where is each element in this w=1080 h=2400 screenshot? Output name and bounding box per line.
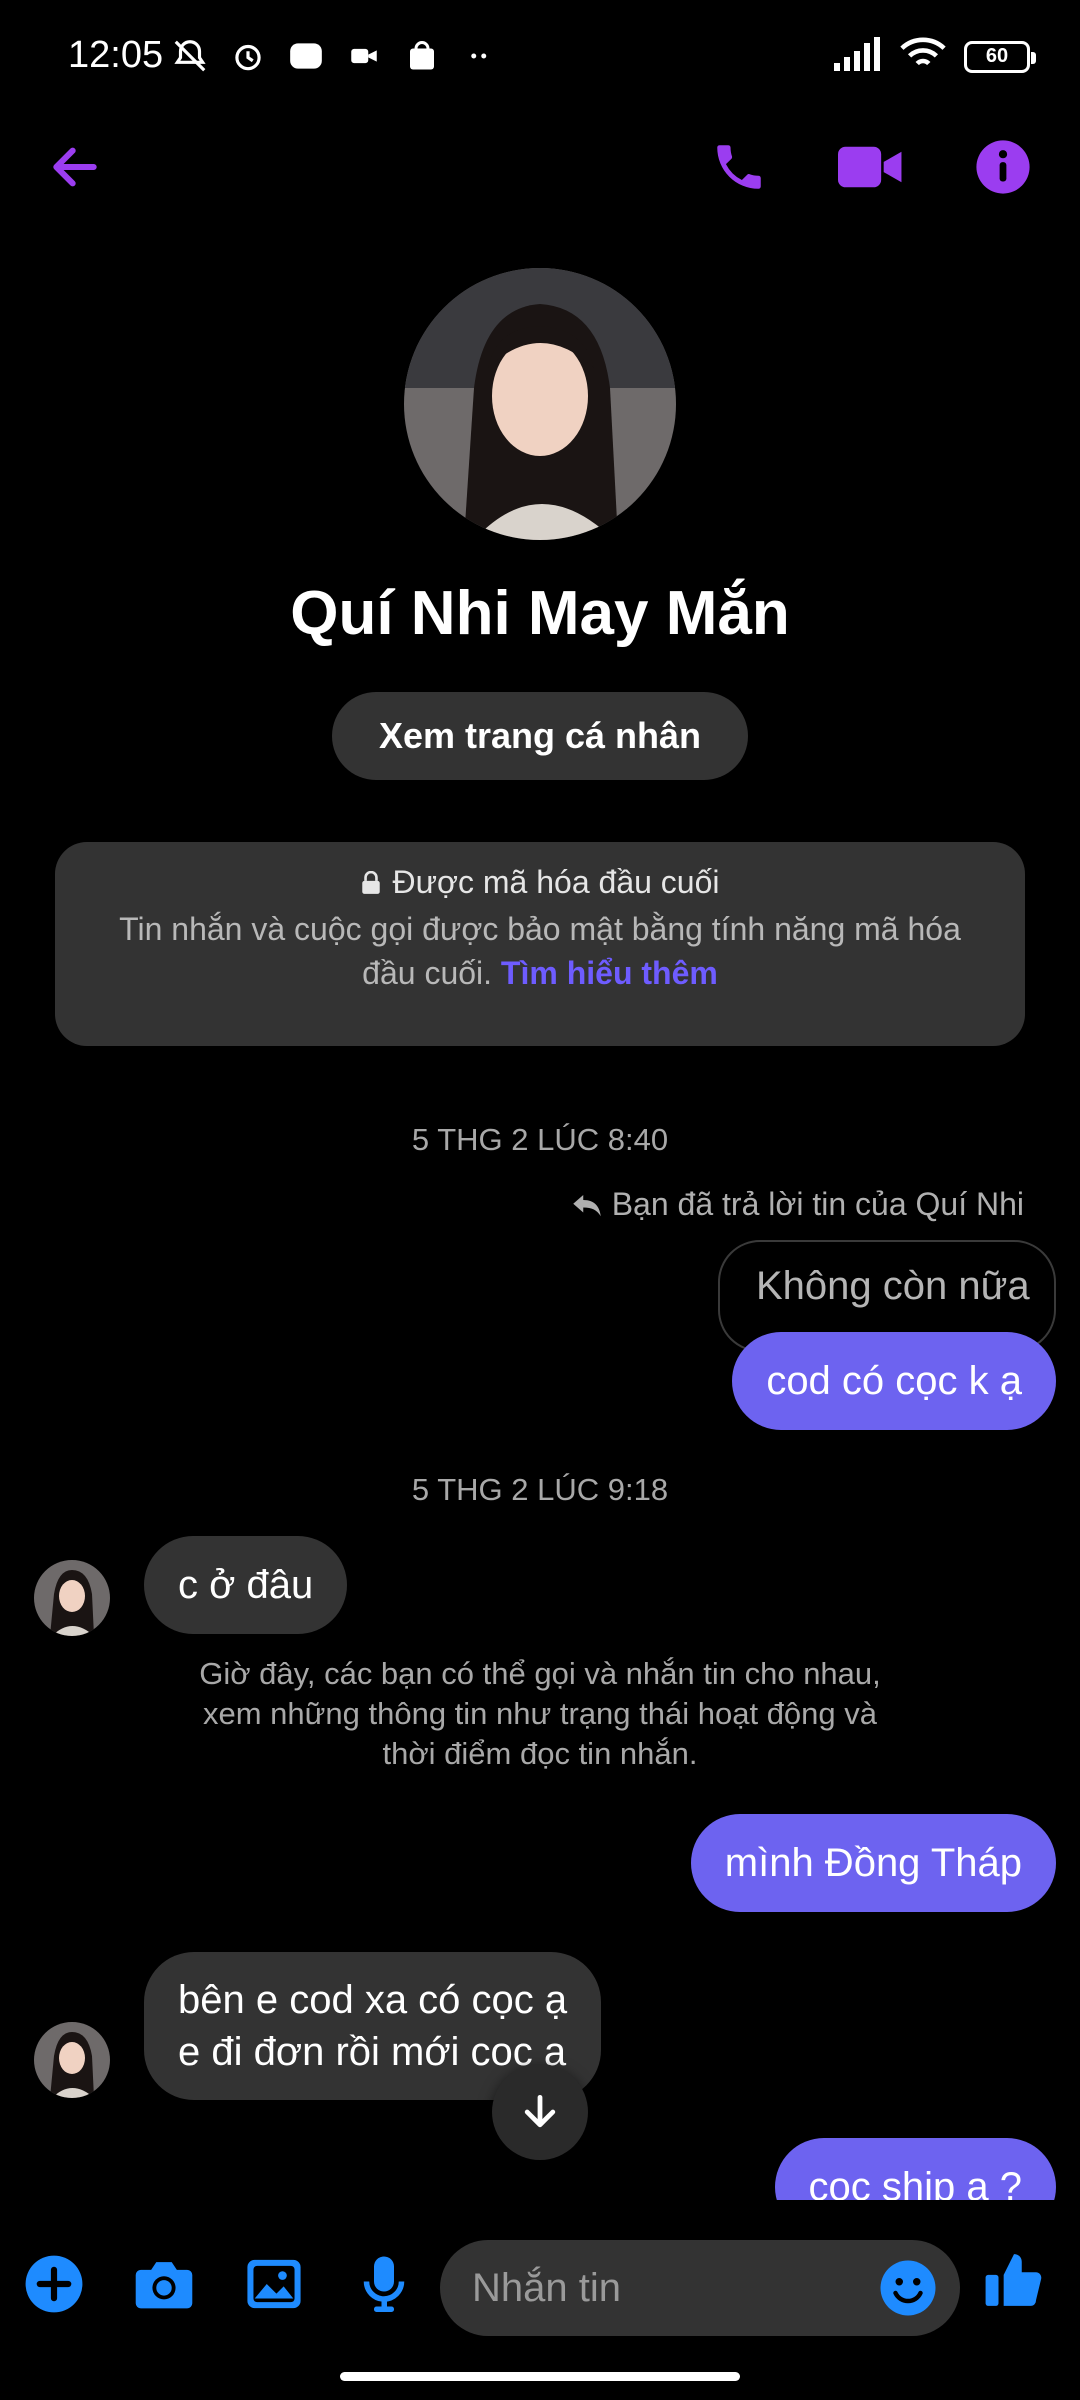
timestamp: 5 THG 2 LÚC 9:18 [411,1472,669,1507]
video-icon [838,146,902,188]
message-input-placeholder: Nhắn tin [472,2265,621,2310]
signal-icon [834,37,882,76]
back-button[interactable] [30,122,120,212]
voice-message-button[interactable] [348,2248,420,2320]
mic-icon [363,2256,405,2312]
voice-call-button[interactable] [694,122,784,212]
contact-avatar[interactable] [404,268,676,540]
back-arrow-icon [53,147,97,187]
reply-note-text: Bạn đã trả lời tin của Quí Nhi [611,1186,1024,1222]
contact-avatar-small[interactable] [34,1560,110,1636]
video-recorder-icon [344,36,384,76]
message-incoming[interactable]: c ở đâu [144,1536,348,1634]
status-notification-icons [170,36,500,76]
gallery-button[interactable] [238,2248,310,2320]
view-profile-button[interactable]: Xem trang cá nhân [332,692,748,780]
message-outgoing[interactable]: cod có cọc k ạ [732,1332,1056,1430]
encryption-notice: Được mã hóa đầu cuối Tin nhắn và cuộc gọ… [55,842,1025,1046]
home-indicator[interactable] [340,2372,740,2381]
emoji-button[interactable] [872,2252,944,2324]
mute-bell-icon [170,36,210,76]
shopping-bag-icon [402,36,442,76]
more-actions-button[interactable] [18,2248,90,2320]
alarm-icon [228,36,268,76]
battery-indicator: 60 [964,40,1036,73]
zalo-icon [286,36,326,76]
like-button[interactable] [978,2244,1050,2316]
message-outgoing[interactable]: mình Đồng Tháp [690,1814,1056,1912]
thumbs-up-icon [985,2254,1042,2306]
reply-note: Bạn đã trả lời tin của Quí Nhi [572,1186,1024,1223]
camera-icon [135,2262,193,2309]
conversation-info-button[interactable] [958,122,1048,212]
more-dots-icon [460,36,500,76]
learn-more-link[interactable]: Tìm hiểu thêm [501,955,718,991]
encryption-title: Được mã hóa đầu cuối [392,864,720,900]
lock-icon [362,870,381,894]
contact-name: Quí Nhi May Mắn [290,579,790,648]
reply-icon [572,1194,601,1216]
video-call-button[interactable] [826,122,916,212]
emoji-icon [880,2260,936,2316]
camera-button[interactable] [128,2248,200,2320]
message-clip: cọc ship ạ ? [0,2136,1080,2206]
contact-avatar-small[interactable] [34,2022,110,2098]
phone-icon [717,145,761,189]
plus-icon [25,2255,83,2313]
info-icon [976,140,1030,194]
message-outgoing[interactable]: cọc ship ạ ? [774,2138,1056,2206]
status-system-icons: 60 [834,36,1036,77]
timestamp: 5 THG 2 LÚC 8:40 [411,1122,669,1157]
wifi-icon [900,36,946,77]
gallery-icon [247,2259,301,2309]
system-note: Giờ đây, các bạn có thể gọi và nhắn tin … [199,1656,881,1771]
arrow-down-icon [524,2094,556,2128]
status-time: 12:05 [68,34,164,76]
